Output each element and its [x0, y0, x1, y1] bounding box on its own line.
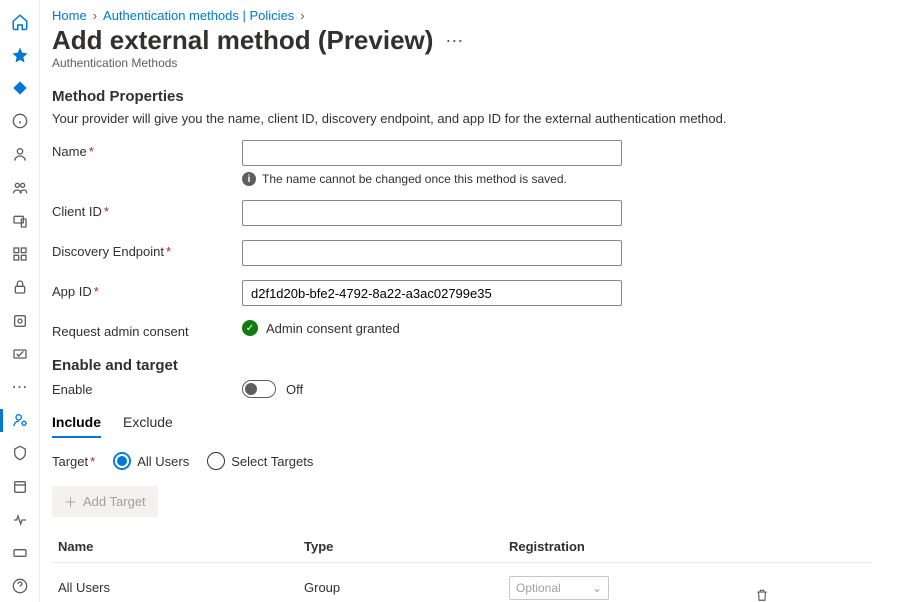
discovery-endpoint-input[interactable]: [242, 240, 622, 266]
admin-consent-status: Admin consent granted: [266, 321, 400, 336]
client-id-label: Client ID*: [52, 200, 242, 219]
chevron-right-icon: ›: [300, 8, 304, 23]
nav-diamond-icon[interactable]: [0, 72, 40, 103]
nav-home-icon[interactable]: [0, 6, 40, 37]
nav-user-settings-icon[interactable]: [0, 405, 40, 436]
registration-select[interactable]: Optional ⌄: [509, 576, 609, 600]
cell-type: Group: [298, 563, 503, 602]
breadcrumb-home[interactable]: Home: [52, 8, 87, 23]
targets-table: Name Type Registration All Users Group O…: [52, 531, 872, 602]
enable-toggle[interactable]: [242, 380, 276, 398]
col-registration: Registration: [503, 531, 749, 563]
enable-toggle-state: Off: [286, 382, 303, 397]
left-nav-rail: ⋯: [0, 0, 40, 602]
method-properties-desc: Your provider will give you the name, cl…: [52, 111, 881, 126]
breadcrumb: Home › Authentication methods | Policies…: [52, 8, 881, 23]
nav-lock-icon[interactable]: [0, 272, 40, 303]
cell-name: All Users: [52, 563, 298, 602]
nav-health-icon[interactable]: [0, 504, 40, 535]
name-hint: The name cannot be changed once this met…: [262, 172, 567, 186]
discovery-endpoint-label: Discovery Endpoint*: [52, 240, 242, 259]
name-label: Name*: [52, 140, 242, 159]
nav-users-icon[interactable]: [0, 172, 40, 203]
nav-governonce-icon[interactable]: [0, 305, 40, 336]
chevron-right-icon: ›: [93, 8, 97, 23]
breadcrumb-policies[interactable]: Authentication methods | Policies: [103, 8, 294, 23]
main-content: Home › Authentication methods | Policies…: [40, 0, 901, 602]
nav-apps-icon[interactable]: [0, 239, 40, 270]
target-label: Target*: [52, 454, 95, 469]
app-id-label: App ID*: [52, 280, 242, 299]
delete-row-icon[interactable]: [755, 573, 866, 602]
nav-favorites-icon[interactable]: [0, 39, 40, 70]
info-icon: i: [242, 172, 256, 186]
enable-target-heading: Enable and target: [52, 357, 881, 374]
plus-icon: ＋: [64, 492, 77, 511]
chevron-down-icon: ⌄: [592, 581, 602, 595]
nav-verified-icon[interactable]: [0, 338, 40, 369]
radio-all-users[interactable]: All Users: [113, 452, 189, 470]
col-type: Type: [298, 531, 503, 563]
col-name: Name: [52, 531, 298, 563]
nav-shield-icon[interactable]: [0, 438, 40, 469]
method-properties-heading: Method Properties: [52, 88, 881, 105]
admin-consent-label: Request admin consent: [52, 320, 242, 339]
name-input[interactable]: [242, 140, 622, 166]
nav-support-icon[interactable]: [0, 571, 40, 602]
client-id-input[interactable]: [242, 200, 622, 226]
table-row: All Users Group Optional ⌄: [52, 563, 872, 602]
add-target-button[interactable]: ＋ Add Target: [52, 486, 158, 517]
nav-card-icon[interactable]: [0, 538, 40, 569]
nav-user-icon[interactable]: [0, 139, 40, 170]
check-circle-icon: ✓: [242, 320, 258, 336]
nav-book-icon[interactable]: [0, 471, 40, 502]
page-title: Add external method (Preview): [52, 25, 433, 56]
nav-info-icon[interactable]: [0, 106, 40, 137]
nav-more-icon[interactable]: ⋯: [0, 371, 40, 402]
enable-label: Enable: [52, 382, 242, 397]
radio-select-targets[interactable]: Select Targets: [207, 452, 313, 470]
page-subtitle: Authentication Methods: [52, 56, 881, 70]
tab-include[interactable]: Include: [52, 408, 101, 438]
tab-exclude[interactable]: Exclude: [123, 408, 173, 438]
more-actions-icon[interactable]: ⋯: [445, 32, 463, 50]
include-exclude-tabs: Include Exclude: [52, 408, 881, 438]
app-id-input[interactable]: [242, 280, 622, 306]
nav-devices-icon[interactable]: [0, 205, 40, 236]
